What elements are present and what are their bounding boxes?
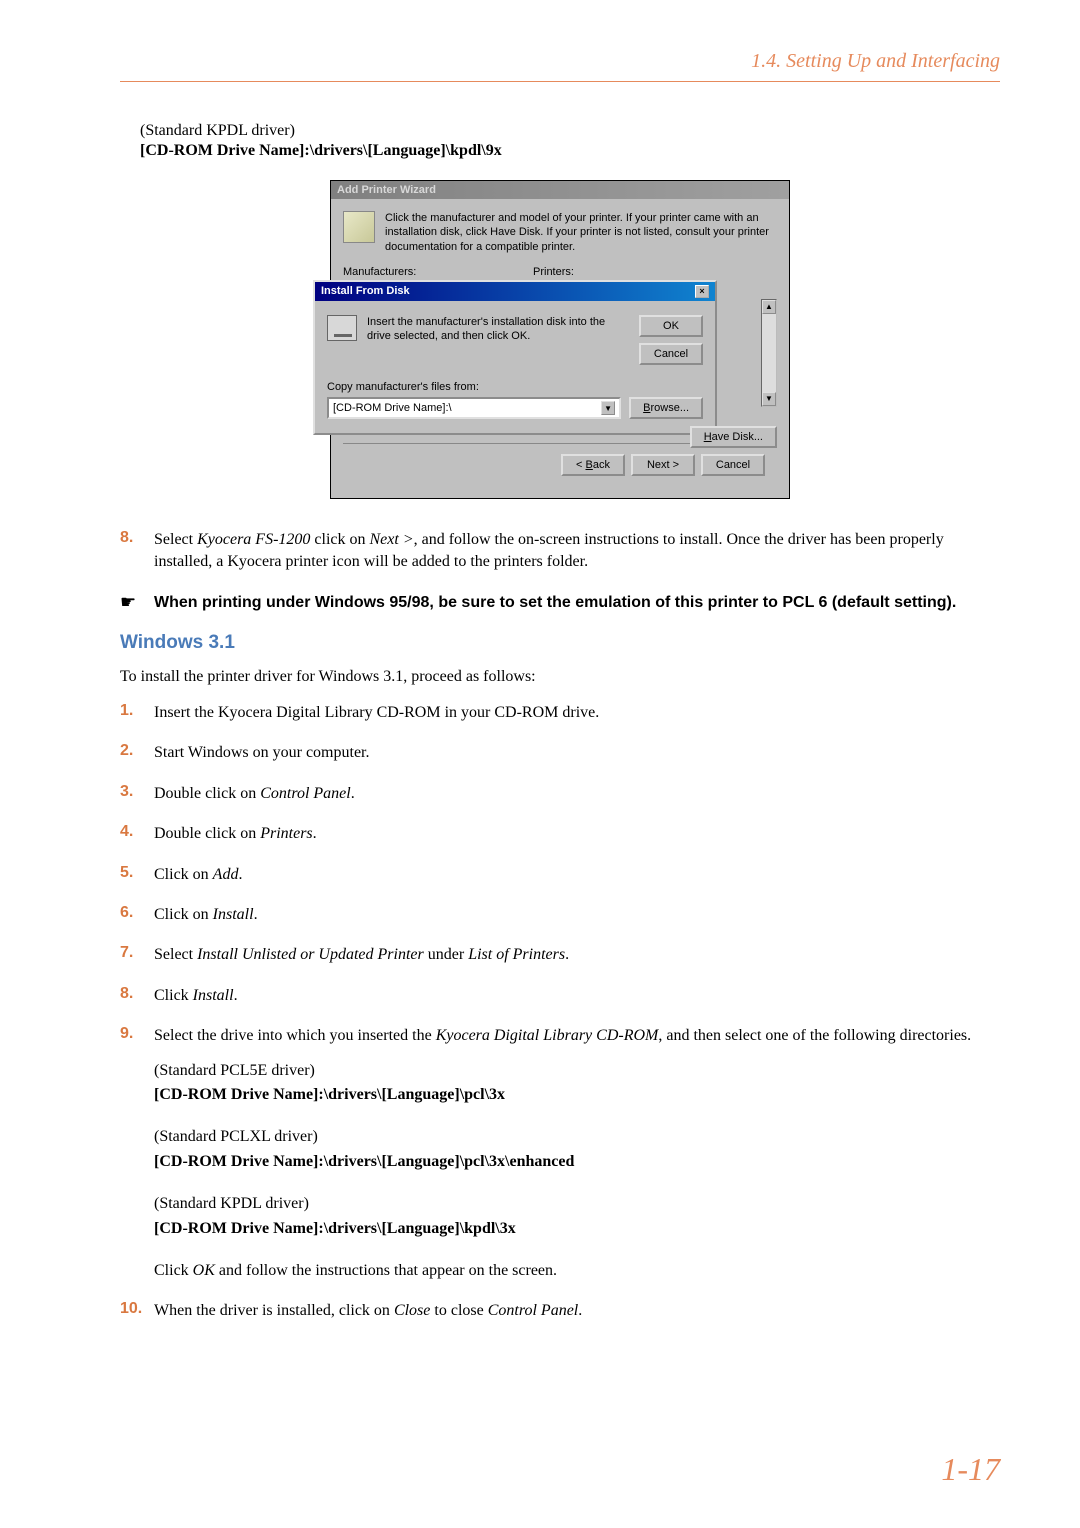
cancel-wizard-button[interactable]: Cancel: [701, 454, 765, 476]
have-disk-button[interactable]: Have Disk...: [690, 426, 777, 448]
ok-button[interactable]: OK: [639, 315, 703, 337]
win31-step-6: 6. Click on Install.: [120, 904, 1000, 926]
back-button[interactable]: < Back: [561, 454, 625, 476]
next-button[interactable]: Next >: [631, 454, 695, 476]
scrollbar[interactable]: ▲ ▼: [761, 299, 777, 407]
cancel-button[interactable]: Cancel: [639, 343, 703, 365]
path-value: [CD-ROM Drive Name]:\: [333, 402, 452, 414]
windows-31-heading: Windows 3.1: [120, 632, 1000, 654]
step-8: 8. Select Kyocera FS-1200 click on Next …: [120, 529, 1000, 574]
browse-button[interactable]: Browse...: [629, 397, 703, 419]
pcl5e-path: [CD-ROM Drive Name]:\drivers\[Language]\…: [154, 1084, 1000, 1106]
install-from-disk-dialog: Install From Disk × Insert the manufactu…: [313, 280, 717, 435]
step-number: 8.: [120, 529, 154, 574]
win31-step-8: 8. Click Install.: [120, 985, 1000, 1007]
add-printer-wizard-dialog: Add Printer Wizard Click the manufacture…: [330, 180, 790, 499]
dialog-screenshot: Add Printer Wizard Click the manufacture…: [120, 180, 1000, 499]
win31-step-1: 1. Insert the Kyocera Digital Library CD…: [120, 702, 1000, 724]
win31-step-2: 2. Start Windows on your computer.: [120, 742, 1000, 764]
pclxl-path: [CD-ROM Drive Name]:\drivers\[Language]\…: [154, 1151, 1000, 1173]
win31-step-4: 4. Double click on Printers.: [120, 823, 1000, 845]
disk-icon: [327, 315, 357, 341]
copy-files-label: Copy manufacturer's files from:: [327, 381, 703, 393]
printer-icon: [343, 211, 375, 243]
top-driver-block: (Standard KPDL driver) [CD-ROM Drive Nam…: [140, 122, 1000, 160]
chevron-down-icon[interactable]: ▼: [601, 401, 615, 415]
windows-31-intro: To install the printer driver for Window…: [120, 668, 1000, 686]
path-dropdown[interactable]: [CD-ROM Drive Name]:\ ▼: [327, 397, 621, 419]
kpdl-driver-label: (Standard KPDL driver): [140, 122, 1000, 140]
sub-dialog-titlebar: Install From Disk ×: [315, 282, 715, 301]
win31-step-10: 10. When the driver is installed, click …: [120, 1300, 1000, 1322]
sub-dialog-text: Insert the manufacturer's installation d…: [367, 315, 629, 344]
kpdl3x-path: [CD-ROM Drive Name]:\drivers\[Language]\…: [154, 1218, 1000, 1240]
click-ok-line: Click OK and follow the instructions tha…: [154, 1260, 1000, 1282]
printers-label: Printers:: [533, 266, 574, 278]
pclxl-label: (Standard PCLXL driver): [154, 1126, 1000, 1148]
page-number: 1-17: [941, 1451, 1000, 1488]
win31-step-3: 3. Double click on Control Panel.: [120, 783, 1000, 805]
kpdl-driver-path: [CD-ROM Drive Name]:\drivers\[Language]\…: [140, 142, 1000, 160]
pointing-hand-icon: ☛: [120, 592, 154, 614]
header-section-title: 1.4. Setting Up and Interfacing: [751, 50, 1000, 72]
win31-step-5: 5. Click on Add.: [120, 864, 1000, 886]
pcl5e-label: (Standard PCL5E driver): [154, 1060, 1000, 1082]
scroll-down-icon[interactable]: ▼: [762, 392, 776, 406]
note: ☛ When printing under Windows 95/98, be …: [120, 592, 1000, 614]
kpdl3x-label: (Standard KPDL driver): [154, 1193, 1000, 1215]
page-header: 1.4. Setting Up and Interfacing: [120, 50, 1000, 82]
close-icon[interactable]: ×: [695, 285, 709, 298]
win31-step-7: 7. Select Install Unlisted or Updated Pr…: [120, 944, 1000, 966]
sub-dialog-title-text: Install From Disk: [321, 285, 410, 297]
win31-step-9: 9. Select the drive into which you inser…: [120, 1025, 1000, 1282]
note-text: When printing under Windows 95/98, be su…: [154, 592, 1000, 614]
step-text: Select Kyocera FS-1200 click on Next >, …: [154, 529, 1000, 574]
dialog-titlebar: Add Printer Wizard: [331, 181, 789, 199]
scroll-up-icon[interactable]: ▲: [762, 300, 776, 314]
dialog-intro-text: Click the manufacturer and model of your…: [385, 211, 777, 254]
manufacturers-label: Manufacturers:: [343, 266, 533, 278]
